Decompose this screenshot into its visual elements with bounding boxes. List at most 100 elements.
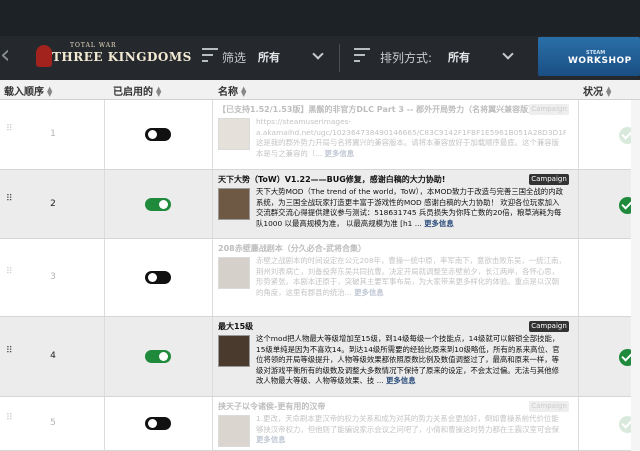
sort-icon — [354, 48, 370, 66]
column-divider — [104, 239, 105, 316]
column-order[interactable]: 载入顺序 ▲ ▼ — [4, 83, 53, 99]
mod-thumbnail — [218, 188, 250, 220]
chevron-down-icon — [502, 48, 514, 60]
load-order-number: 5 — [50, 418, 56, 428]
mod-thumbnail — [218, 415, 250, 447]
campaign-badge: Campaign — [529, 174, 569, 185]
sort-arrows-icon: ▲ ▼ — [47, 85, 53, 98]
top-bar: ‹ TOTAL WAR THREE KINGDOMS 筛选 所有 排列方式: 所… — [0, 0, 640, 80]
mod-description-text: 赤壁之战剧本的时间设定在公元208年，曹操一统中原，率军南下，意欲击败东吴，一统… — [256, 256, 566, 297]
column-order-label: 载入顺序 — [4, 87, 44, 98]
mod-description: 天下大势MOD（The trend of the world，ToW），本MOD… — [256, 187, 566, 237]
campaign-badge: Campaign — [529, 401, 569, 412]
column-divider — [212, 100, 213, 169]
sort-arrows-icon: ▲ ▼ — [156, 85, 162, 98]
steam-workshop-button[interactable]: STEAM WORKSHOP — [538, 37, 640, 76]
filter-value: 所有 — [258, 51, 280, 64]
filter-label: 筛选 — [222, 51, 247, 65]
campaign-badge: Campaign — [529, 321, 569, 332]
column-divider — [104, 397, 105, 450]
mod-title[interactable]: 208赤壁鏖战剧本（分久必合-武将合集） — [218, 243, 366, 254]
load-order-number: 1 — [50, 129, 56, 139]
scrollbar[interactable] — [631, 100, 640, 451]
toggle-knob — [148, 273, 157, 282]
enable-toggle[interactable] — [145, 128, 171, 141]
sort-arrows-icon: ▲ ▼ — [606, 85, 612, 98]
sort-label: 排列方式: — [380, 51, 433, 65]
column-name-label: 名称 — [218, 87, 238, 98]
drag-handle-icon[interactable]: ⠿ — [6, 414, 14, 423]
drag-handle-icon[interactable]: ⠿ — [6, 195, 14, 204]
toolbar-divider — [339, 44, 340, 72]
more-info-link[interactable]: 更多信息 — [386, 376, 416, 385]
drag-handle-icon[interactable]: ⠿ — [6, 268, 14, 277]
enable-toggle[interactable] — [145, 417, 171, 430]
more-info-link[interactable]: 更多信息 — [256, 435, 286, 444]
column-divider — [212, 170, 213, 238]
mod-row[interactable]: ⠿ 1 【已支持1.52/1.53版】黑鬍的非官方DLC Part 3 -- 郡… — [0, 100, 640, 170]
mod-row[interactable]: ⠿ 2 天下大势（ToW）V1.22——BUG修复，感谢白稿的大力协助! Cam… — [0, 170, 640, 239]
campaign-badge: Campaign — [529, 104, 569, 115]
mod-description: 赤壁之战剧本的时间设定在公元208年，曹操一统中原，率军南下，意欲击败东吴，一统… — [256, 256, 566, 315]
column-divider — [104, 170, 105, 238]
load-order-number: 3 — [50, 272, 56, 282]
column-enabled[interactable]: 已启用的 ▲ ▼ — [113, 83, 162, 99]
top-strip — [0, 0, 640, 36]
mod-row[interactable]: ⠿ 5 挟天子以令诸侯-更有用的汉帝 Campaign 1.更改，天命刷本更汉帝… — [0, 397, 640, 451]
enable-toggle[interactable] — [145, 271, 171, 284]
mod-description: https://steamuserimages-a.akamaihd.net/u… — [256, 117, 566, 168]
workshop-label: WORKSHOP — [568, 56, 632, 66]
column-divider — [212, 317, 213, 396]
mod-description: 这个mod把人物最大等级增加至15级，到14级每级一个技能点，14级就可以解锁全… — [256, 334, 566, 395]
sort-dropdown[interactable]: 排列方式: 所有 — [342, 36, 534, 80]
column-divider — [578, 317, 579, 396]
column-status[interactable]: 状况 ▲ ▼ — [583, 83, 612, 99]
toggle-knob — [159, 352, 168, 361]
mod-description-text: https://steamuserimages-a.akamaihd.net/u… — [256, 117, 566, 158]
mod-description: 1.更改，天命刷本更汉帝的权力关系和成为对其的势力关系会更加好，倒如曹操系前代价… — [256, 414, 566, 449]
drag-handle-icon[interactable]: ⠿ — [6, 347, 14, 356]
enable-toggle[interactable] — [145, 198, 171, 211]
filter-dropdown[interactable]: 筛选 所有 — [190, 36, 335, 80]
logo-title-text: THREE KINGDOMS — [52, 50, 192, 64]
column-divider — [578, 100, 579, 169]
table-header: 载入顺序 ▲ ▼ 已启用的 ▲ ▼ 名称 ▲ ▼ 状况 ▲ ▼ — [0, 80, 640, 100]
logo-small-text: TOTAL WAR — [70, 42, 117, 49]
column-status-label: 状况 — [583, 87, 603, 98]
filter-icon — [202, 48, 218, 66]
sort-value: 所有 — [448, 51, 470, 64]
toggle-knob — [148, 419, 157, 428]
game-logo: TOTAL WAR THREE KINGDOMS — [34, 41, 191, 71]
more-info-link[interactable]: 更多信息 — [424, 219, 454, 228]
load-order-number: 4 — [50, 351, 56, 361]
chevron-down-icon — [312, 48, 324, 60]
mod-description-text: 天下大势MOD（The trend of the world，ToW），本MOD… — [256, 187, 563, 228]
mod-row[interactable]: ⠿ 4 最大15级 Campaign 这个mod把人物最大等级增加至15级，到1… — [0, 317, 640, 397]
more-info-link[interactable]: 更多信息 — [354, 288, 384, 297]
enable-toggle[interactable] — [145, 350, 171, 363]
mod-title[interactable]: 【已支持1.52/1.53版】黑鬍的非官方DLC Part 3 -- 郡外开局势… — [218, 104, 536, 115]
mod-title[interactable]: 天下大势（ToW）V1.22——BUG修复，感谢白稿的大力协助! — [218, 174, 445, 185]
toggle-knob — [148, 130, 157, 139]
mod-title[interactable]: 挟天子以令诸侯-更有用的汉帝 — [218, 401, 325, 412]
column-divider — [578, 170, 579, 238]
toggle-knob — [159, 200, 168, 209]
mod-thumbnail — [218, 118, 250, 150]
column-enabled-label: 已启用的 — [113, 87, 153, 98]
mod-title[interactable]: 最大15级 — [218, 321, 253, 332]
mod-row[interactable]: ⠿ 3 208赤壁鏖战剧本（分久必合-武将合集） 赤壁之战剧本的时间设定在公元2… — [0, 239, 640, 317]
column-divider — [104, 317, 105, 396]
logo-emblem-icon — [36, 45, 52, 67]
back-arrow-icon[interactable]: ‹ — [0, 40, 14, 72]
mod-description-text: 1.更改，天命刷本更汉帝的权力关系和成为对其的势力关系会更加好，倒如曹操系前代价… — [256, 414, 560, 434]
column-divider — [212, 239, 213, 316]
column-divider — [104, 100, 105, 169]
mod-thumbnail — [218, 335, 250, 367]
column-divider — [578, 239, 579, 316]
column-divider — [578, 397, 579, 450]
more-info-link[interactable]: 更多信息 — [325, 149, 355, 158]
column-name[interactable]: 名称 ▲ ▼ — [218, 83, 247, 99]
mod-thumbnail — [218, 257, 250, 289]
drag-handle-icon[interactable]: ⠿ — [6, 125, 14, 134]
sort-arrows-icon: ▲ ▼ — [241, 85, 247, 98]
